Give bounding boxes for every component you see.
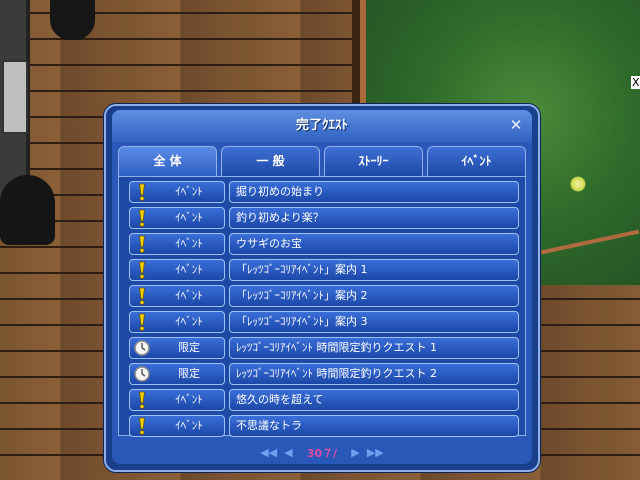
completed-quest-window: 完了ｸｴｽﾄ ✕ 全 体一 般ｽﾄｰﾘｰ ｲﾍﾞﾝﾄ ｲﾍﾞﾝﾄ 掘り初めの始まりｲ… (104, 104, 540, 472)
quest-category-label: 限定 (178, 367, 200, 380)
exclamation-icon (134, 416, 150, 436)
exclamation-icon (134, 286, 150, 306)
quest-category-button[interactable]: ｲﾍﾞﾝﾄ (129, 181, 225, 203)
quest-category-button[interactable]: 限定 (129, 337, 225, 359)
exclamation-icon (134, 208, 150, 228)
quest-row[interactable]: ｲﾍﾞﾝﾄ 不思議なトラ (125, 415, 519, 437)
quest-name[interactable]: 「ﾚｯﾂｺﾞｰｺﾘｱｲﾍﾞﾝﾄ」案内 2 (229, 285, 519, 307)
quest-row[interactable]: ｲﾍﾞﾝﾄ 釣り初めより楽？ (125, 207, 519, 229)
quest-row[interactable]: 限定 ﾚｯﾂｺﾞｰｺﾘｱｲﾍﾞﾝﾄ 時間限定釣りクエスト 2 (125, 363, 519, 385)
quest-category-button[interactable]: ｲﾍﾞﾝﾄ (129, 389, 225, 411)
rope-post (360, 0, 366, 110)
quest-name[interactable]: 掘り初めの始まり (229, 181, 519, 203)
clock-icon (134, 338, 150, 358)
quest-category-label: ｲﾍﾞﾝﾄ (175, 315, 203, 328)
exclamation-icon (134, 182, 150, 202)
quest-row[interactable]: 限定 ﾚｯﾂｺﾞｰｺﾘｱｲﾍﾞﾝﾄ 時間限定釣りクエスト 1 (125, 337, 519, 359)
quest-category-label: 限定 (178, 341, 200, 354)
quest-category-label: ｲﾍﾞﾝﾄ (175, 393, 203, 406)
quest-name[interactable]: ﾚｯﾂｺﾞｰｺﾘｱｲﾍﾞﾝﾄ 時間限定釣りクエスト 2 (229, 363, 519, 385)
quest-name[interactable]: ウサギのお宝 (229, 233, 519, 255)
quest-category-label: ｲﾍﾞﾝﾄ (175, 211, 203, 224)
offscreen-label: X (631, 76, 640, 89)
quest-category-button[interactable]: ｲﾍﾞﾝﾄ (129, 259, 225, 281)
exclamation-icon (134, 312, 150, 332)
quest-row[interactable]: ｲﾍﾞﾝﾄ 「ﾚｯﾂｺﾞｰｺﾘｱｲﾍﾞﾝﾄ」案内 2 (125, 285, 519, 307)
exclamation-icon (134, 260, 150, 280)
quest-category-button[interactable]: ｲﾍﾞﾝﾄ (129, 233, 225, 255)
quest-category-button[interactable]: ｲﾍﾞﾝﾄ (129, 207, 225, 229)
window-title: 完了ｸｴｽﾄ (295, 118, 348, 133)
quest-name[interactable]: 釣り初めより楽？ (229, 207, 519, 229)
quest-category-label: ｲﾍﾞﾝﾄ (175, 185, 203, 198)
quest-category-label: ｲﾍﾞﾝﾄ (175, 419, 203, 432)
title-bar[interactable]: 完了ｸｴｽﾄ ✕ (112, 110, 532, 142)
quest-category-button[interactable]: ｲﾍﾞﾝﾄ (129, 415, 225, 437)
dark-post (50, 0, 95, 40)
last-page-button[interactable]: ▶▶ (367, 446, 384, 459)
quest-tabs: 全 体一 般ｽﾄｰﾘｰ ｲﾍﾞﾝﾄ (118, 146, 526, 176)
clock-icon (134, 364, 150, 384)
quest-row[interactable]: ｲﾍﾞﾝﾄ 「ﾚｯﾂｺﾞｰｺﾘｱｲﾍﾞﾝﾄ」案内 1 (125, 259, 519, 281)
quest-row[interactable]: ｲﾍﾞﾝﾄ 悠久の時を超えて (125, 389, 519, 411)
tab-0[interactable]: 全 体 (118, 146, 217, 176)
quest-category-button[interactable]: 限定 (129, 363, 225, 385)
tab-3[interactable]: ｲﾍﾞﾝﾄ (427, 146, 526, 176)
quest-name[interactable]: ﾚｯﾂｺﾞｰｺﾘｱｲﾍﾞﾝﾄ 時間限定釣りクエスト 1 (229, 337, 519, 359)
tab-2[interactable]: ｽﾄｰﾘｰ (324, 146, 423, 176)
exclamation-icon (134, 390, 150, 410)
dark-barrel (0, 175, 55, 245)
quest-name[interactable]: 「ﾚｯﾂｺﾞｰｺﾘｱｲﾍﾞﾝﾄ」案内 1 (229, 259, 519, 281)
quest-category-label: ｲﾍﾞﾝﾄ (175, 263, 203, 276)
pager: ◀◀ ◀ 30７/ ▶ ▶▶ (112, 442, 532, 462)
tab-1[interactable]: 一 般 (221, 146, 320, 176)
quest-list: ｲﾍﾞﾝﾄ 掘り初めの始まり ｲﾍﾞﾝﾄ 釣り初めより楽？ ｲﾍﾞﾝﾄ ウサギのお宝 ｲﾍﾞ… (118, 176, 526, 437)
quest-category-label: ｲﾍﾞﾝﾄ (175, 289, 203, 302)
building-wall (0, 0, 30, 200)
building-window (2, 60, 28, 134)
quest-category-button[interactable]: ｲﾍﾞﾝﾄ (129, 285, 225, 307)
quest-row[interactable]: ｲﾍﾞﾝﾄ ウサギのお宝 (125, 233, 519, 255)
window-body: 全 体一 般ｽﾄｰﾘｰ ｲﾍﾞﾝﾄ ｲﾍﾞﾝﾄ 掘り初めの始まり ｲﾍﾞﾝﾄ 釣り初めよ… (112, 142, 532, 464)
quest-row[interactable]: ｲﾍﾞﾝﾄ 「ﾚｯﾂｺﾞｰｺﾘｱｲﾍﾞﾝﾄ」案内 3 (125, 311, 519, 333)
next-page-button[interactable]: ▶ (351, 446, 359, 459)
quest-row[interactable]: ｲﾍﾞﾝﾄ 掘り初めの始まり (125, 181, 519, 203)
quest-name[interactable]: 悠久の時を超えて (229, 389, 519, 411)
fishing-bobber (570, 176, 586, 192)
quest-name[interactable]: 「ﾚｯﾂｺﾞｰｺﾘｱｲﾍﾞﾝﾄ」案内 3 (229, 311, 519, 333)
quest-name[interactable]: 不思議なトラ (229, 415, 519, 437)
first-page-button[interactable]: ◀◀ (260, 446, 277, 459)
close-button[interactable]: ✕ (506, 115, 526, 135)
exclamation-icon (134, 234, 150, 254)
quest-category-button[interactable]: ｲﾍﾞﾝﾄ (129, 311, 225, 333)
prev-page-button[interactable]: ◀ (284, 446, 292, 459)
quest-category-label: ｲﾍﾞﾝﾄ (175, 237, 203, 250)
page-number: 30７/ (306, 446, 338, 460)
